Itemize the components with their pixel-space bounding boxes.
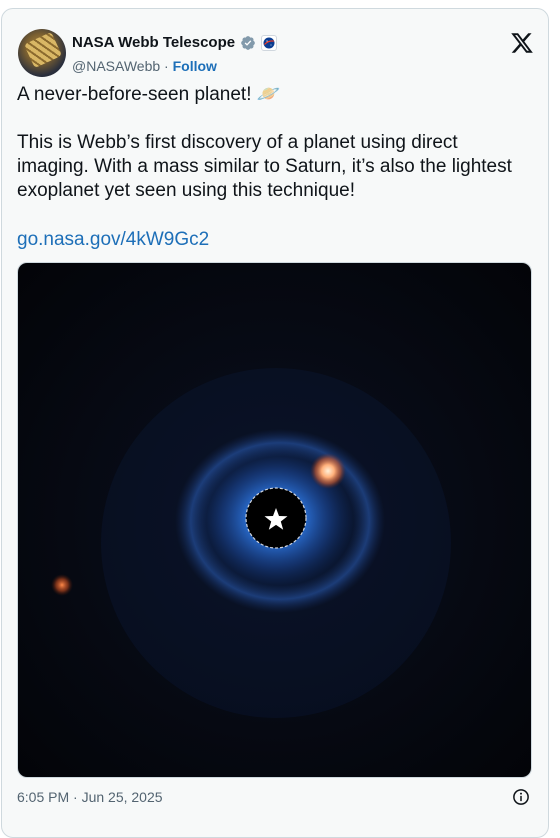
tweet-text: A never-before-seen planet! 🪐 This is We… [17, 83, 517, 203]
nasa-affiliate-badge-icon[interactable] [261, 34, 278, 51]
tweet-link[interactable]: go.nasa.gov/4kW9Gc2 [17, 229, 209, 251]
author-handle-row: @NASAWebb · Follow [72, 58, 217, 74]
separator: · [164, 58, 169, 74]
author-avatar[interactable] [18, 29, 66, 77]
planet-faint [51, 574, 73, 596]
telescope-mirror-icon [23, 31, 63, 69]
tweet-timestamp[interactable]: 6:05 PM · Jun 25, 2025 [17, 789, 163, 805]
nasa-meatball-icon [263, 37, 275, 48]
info-icon[interactable] [512, 788, 530, 806]
tweet-media-image[interactable] [17, 262, 532, 778]
exoplanet-image [18, 263, 531, 777]
follow-button[interactable]: Follow [173, 58, 217, 74]
verified-badge-icon [241, 35, 255, 50]
tweet-line-1: A never-before-seen planet! 🪐 [17, 84, 281, 105]
planet-bright [310, 453, 346, 489]
x-logo-icon[interactable] [510, 31, 534, 55]
author-handle[interactable]: @NASAWebb [72, 58, 160, 74]
author-name-row: NASA Webb Telescope [72, 34, 278, 51]
author-name[interactable]: NASA Webb Telescope [72, 34, 235, 51]
tweet-line-2: This is Webb’s first discovery of a plan… [17, 132, 512, 201]
